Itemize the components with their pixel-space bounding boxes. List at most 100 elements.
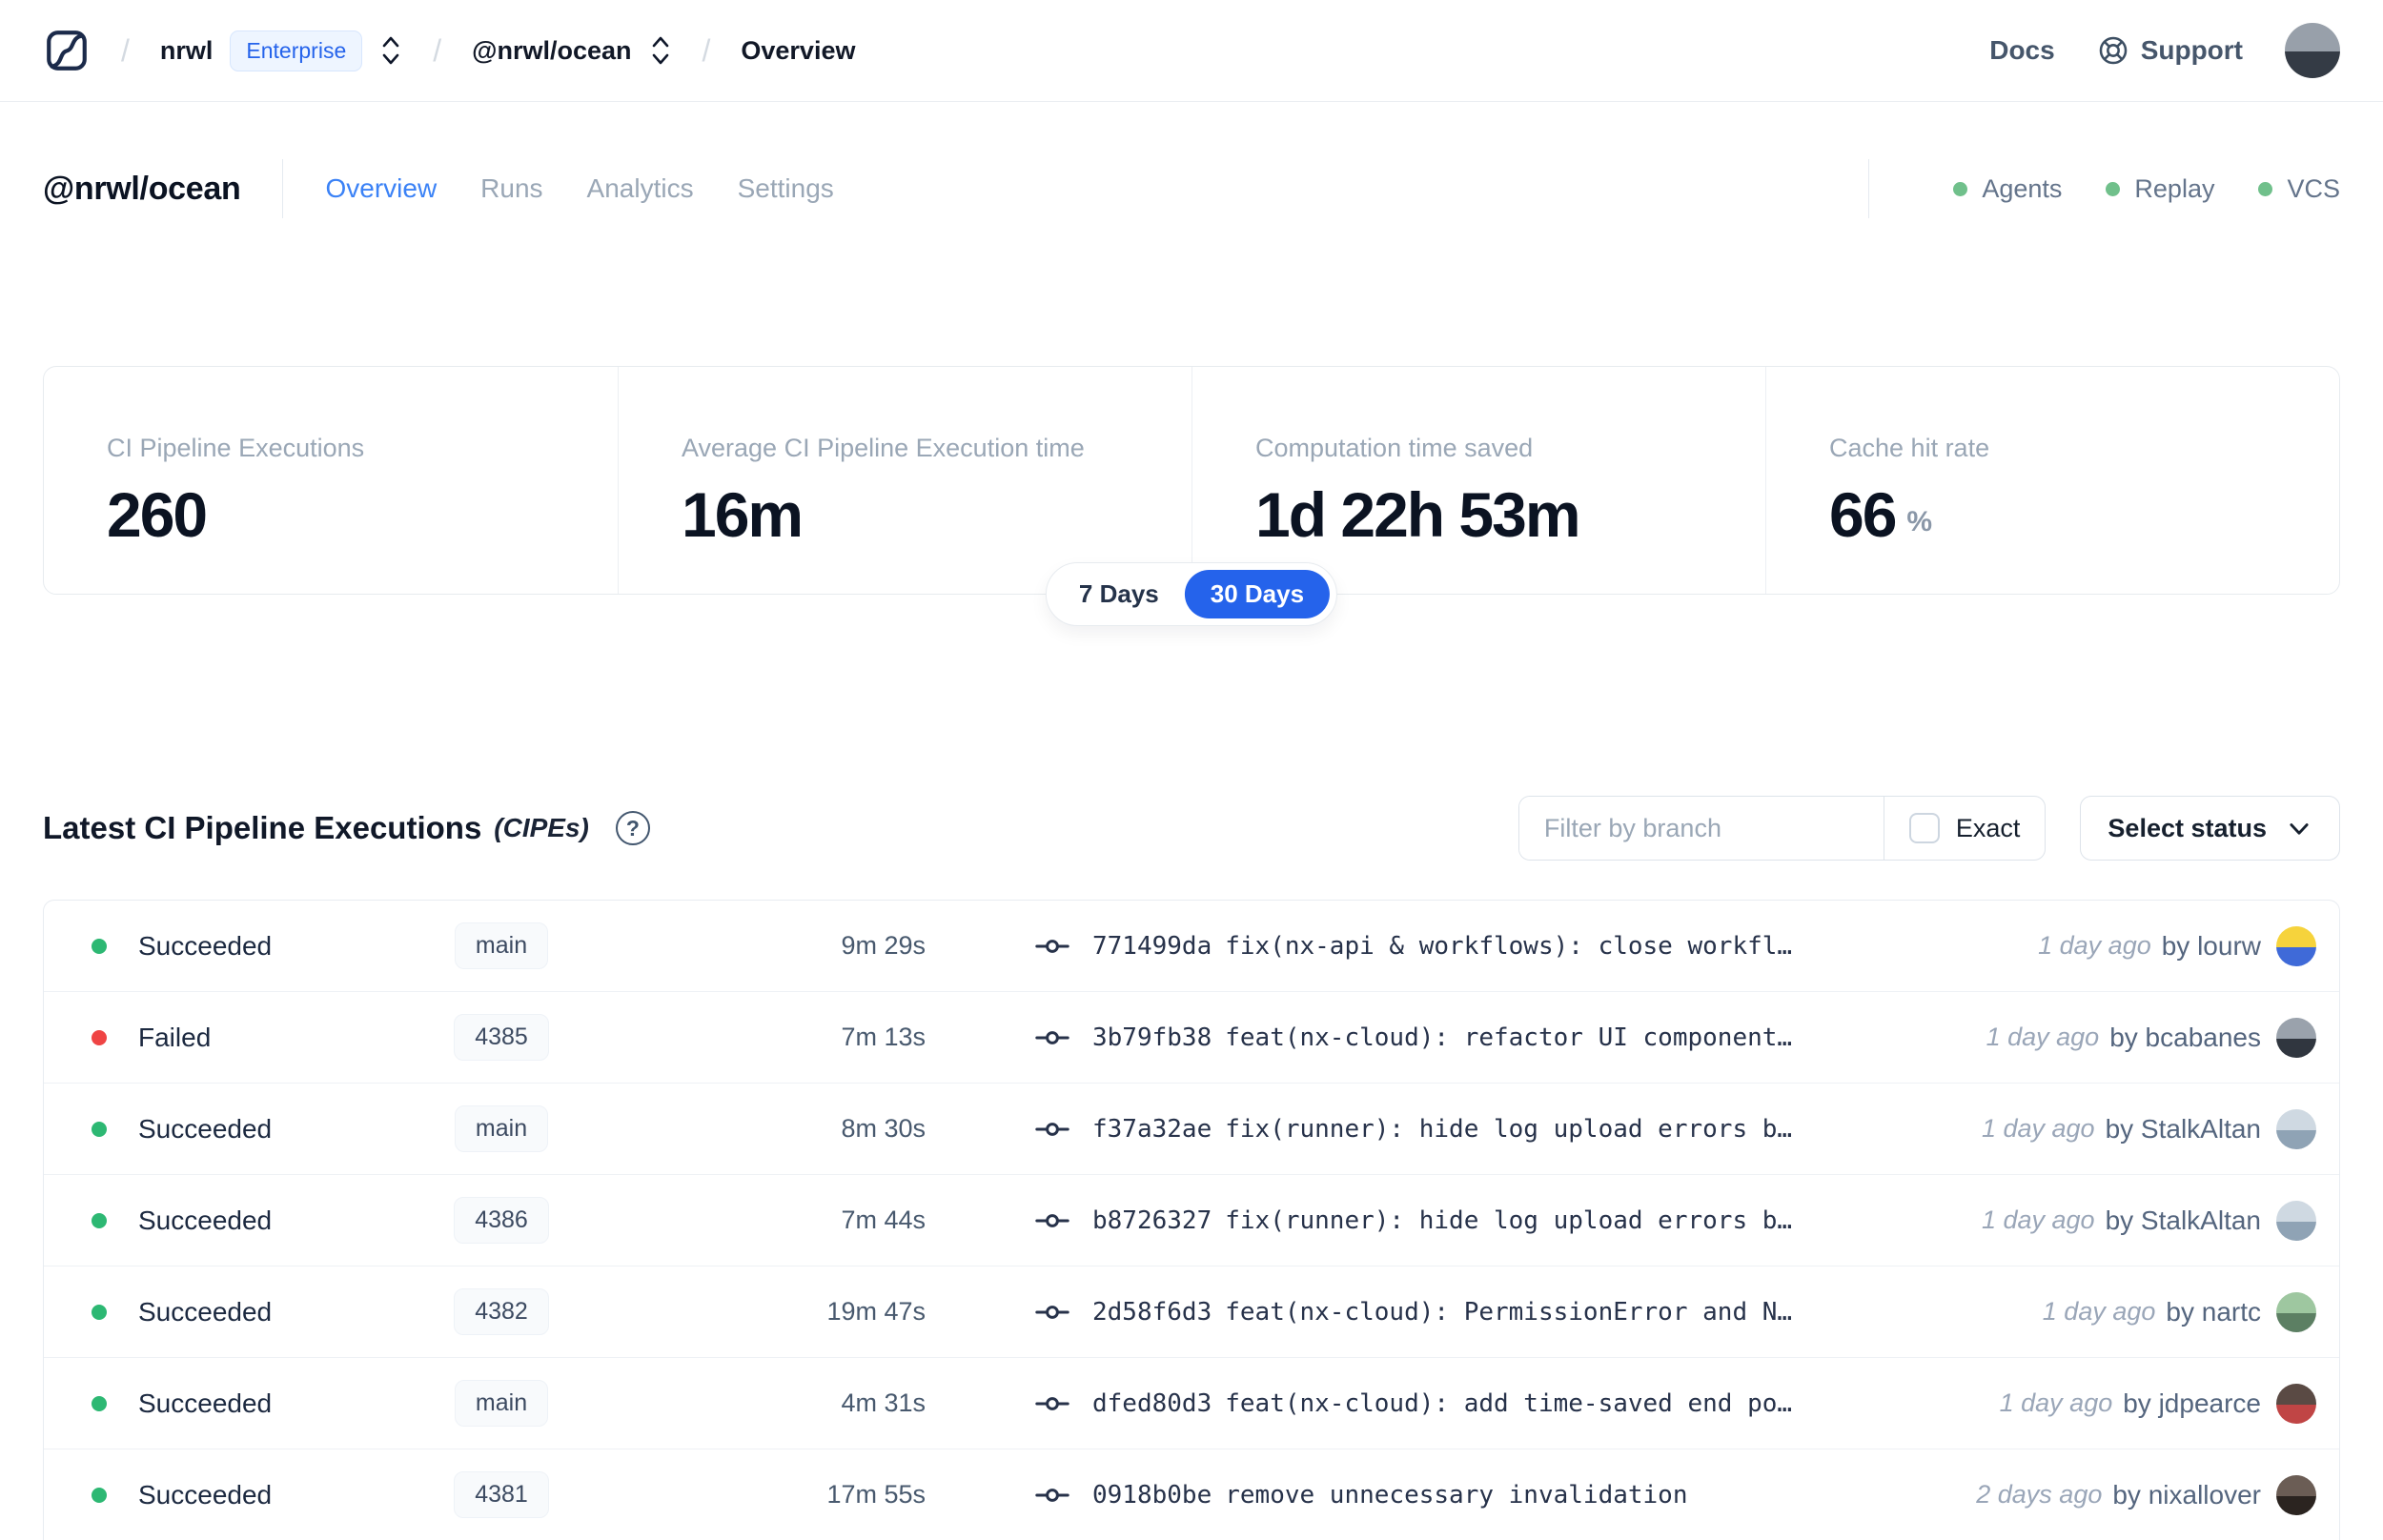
duration: 17m 55s	[826, 1480, 926, 1509]
indicator-label: VCS	[2287, 173, 2340, 203]
avatar	[2276, 1108, 2316, 1149]
breadcrumb-page[interactable]: Overview	[741, 36, 855, 66]
tab-analytics[interactable]: Analytics	[587, 173, 694, 204]
avatar	[2276, 925, 2316, 966]
stat-value: 16m	[682, 479, 804, 550]
status-dot-icon	[92, 938, 107, 954]
lifebuoy-icon	[2099, 36, 2127, 65]
table-row[interactable]: Succeeded main 8m 30s f37a32ae fix(runner…	[44, 1084, 2339, 1175]
duration: 19m 47s	[826, 1297, 926, 1326]
avatar	[2276, 1383, 2316, 1424]
branch-filter-input[interactable]	[1518, 797, 1884, 860]
select-status-button[interactable]: Select status	[2080, 796, 2340, 861]
table-row[interactable]: Succeeded 4382 19m 47s 2d58f6d3 feat(nx-c…	[44, 1266, 2339, 1358]
commit-message: fix(nx-api & workflows): close workfl…	[1225, 931, 1793, 961]
page-title: @nrwl/ocean	[43, 170, 241, 207]
duration: 8m 30s	[841, 1114, 926, 1143]
status-label: Succeeded	[138, 1205, 273, 1235]
commit-hash: 0918b0be	[1092, 1480, 1212, 1510]
breadcrumb-slash: /	[121, 32, 130, 68]
indicator-agents[interactable]: Agents	[1953, 174, 2062, 204]
select-status-label: Select status	[2108, 813, 2267, 842]
green-dot-icon	[1953, 181, 1968, 196]
commit-message: feat(nx-cloud): add time-saved end po…	[1225, 1388, 1793, 1418]
git-commit-icon	[1035, 1396, 1069, 1410]
author: by lourw	[2161, 930, 2261, 961]
time-ago: 2 days ago	[1976, 1480, 2103, 1509]
author: by nartc	[2166, 1296, 2261, 1327]
table-row[interactable]: Succeeded 4386 7m 44s b8726327 fix(runner…	[44, 1175, 2339, 1266]
cipe-table: Succeeded main 9m 29s 771499da fix(nx-api…	[43, 900, 2340, 1540]
green-dot-icon	[2106, 181, 2121, 196]
status-label: Succeeded	[138, 1479, 273, 1510]
stat-value: 66	[1829, 479, 1897, 550]
commit-hash: 2d58f6d3	[1092, 1297, 1212, 1327]
enterprise-badge: Enterprise	[230, 30, 363, 71]
nx-cloud-logo-icon[interactable]	[43, 27, 91, 74]
chevron-down-icon	[2290, 823, 2309, 835]
breadcrumb-slash: /	[702, 32, 711, 68]
status-label: Succeeded	[138, 1296, 273, 1327]
avatar	[2276, 1200, 2316, 1241]
tab-settings[interactable]: Settings	[738, 173, 834, 204]
table-row[interactable]: Succeeded main 9m 29s 771499da fix(nx-api…	[44, 901, 2339, 992]
breadcrumb-org[interactable]: nrwl	[160, 36, 214, 66]
time-ago: 1 day ago	[2038, 931, 2151, 960]
tab-overview[interactable]: Overview	[325, 173, 437, 204]
exact-label: Exact	[1955, 813, 2021, 842]
status-dot-icon	[92, 1029, 107, 1045]
divider	[1868, 159, 1870, 218]
status-dot-icon	[92, 1487, 107, 1503]
stat-label: CI Pipeline Executions	[107, 434, 365, 462]
git-commit-icon	[1035, 1030, 1069, 1044]
indicator-label: Agents	[1982, 173, 2063, 203]
workspace-header: @nrwl/ocean Overview Runs Analytics Sett…	[43, 154, 2340, 223]
table-row[interactable]: Failed 4385 7m 13s 3b79fb38 feat(nx-cloud…	[44, 992, 2339, 1084]
author: by nixallover	[2112, 1479, 2261, 1510]
cipes-section-header: Latest CI Pipeline Executions (CIPEs) ? …	[43, 795, 2340, 861]
git-commit-icon	[1035, 1122, 1069, 1136]
author: by StalkAltan	[2105, 1113, 2261, 1144]
stat-label: Computation time saved	[1255, 434, 1534, 462]
commit-hash: f37a32ae	[1092, 1114, 1212, 1144]
author: by StalkAltan	[2105, 1205, 2261, 1235]
range-option-7-days[interactable]: 7 Days	[1053, 570, 1185, 618]
time-ago: 1 day ago	[1986, 1023, 2100, 1051]
commit-text: b8726327 fix(runner): hide log upload err…	[1092, 1206, 1792, 1235]
indicator-replay[interactable]: Replay	[2106, 174, 2214, 204]
commit-message: remove unnecessary invalidation	[1225, 1480, 1688, 1510]
commit-message: fix(runner): hide log upload errors b…	[1225, 1114, 1793, 1144]
status-dot-icon	[92, 1212, 107, 1228]
commit-hash: 771499da	[1092, 931, 1212, 961]
tab-runs[interactable]: Runs	[480, 173, 542, 204]
support-link[interactable]: Support	[2097, 34, 2243, 67]
help-icon[interactable]: ?	[615, 811, 650, 845]
status-indicators: Agents Replay VCS	[1953, 174, 2340, 204]
stat-cache-hit-rate: Cache hit rate 66 %	[1765, 367, 2339, 594]
breadcrumb-slash: /	[433, 32, 442, 68]
org-switcher-chevron-icon[interactable]	[379, 34, 402, 67]
docs-link[interactable]: Docs	[1989, 35, 2054, 66]
table-row[interactable]: Succeeded main 4m 31s dfed80d3 feat(nx-cl…	[44, 1358, 2339, 1449]
branch-badge: 4382	[454, 1288, 549, 1335]
user-avatar[interactable]	[2285, 23, 2340, 78]
status-label: Succeeded	[138, 1113, 273, 1144]
stat-value: 260	[107, 479, 208, 550]
table-row[interactable]: Succeeded 4381 17m 55s 0918b0be remove un…	[44, 1449, 2339, 1540]
author: by jdpearce	[2123, 1388, 2261, 1418]
commit-hash: dfed80d3	[1092, 1388, 1212, 1418]
avatar	[2276, 1474, 2316, 1515]
range-option-30-days[interactable]: 30 Days	[1184, 570, 1331, 618]
git-commit-icon	[1035, 1305, 1069, 1319]
branch-badge: 4386	[454, 1197, 549, 1244]
avatar	[2276, 1291, 2316, 1332]
status-label: Failed	[138, 1022, 212, 1052]
breadcrumb-workspace[interactable]: @nrwl/ocean	[472, 36, 631, 66]
indicator-vcs[interactable]: VCS	[2258, 174, 2340, 204]
workspace-switcher-chevron-icon[interactable]	[649, 34, 672, 67]
duration: 7m 44s	[841, 1206, 926, 1234]
duration: 7m 13s	[841, 1023, 926, 1051]
author: by bcabanes	[2109, 1022, 2261, 1052]
exact-checkbox[interactable]	[1908, 813, 1940, 843]
status-label: Succeeded	[138, 1388, 273, 1418]
